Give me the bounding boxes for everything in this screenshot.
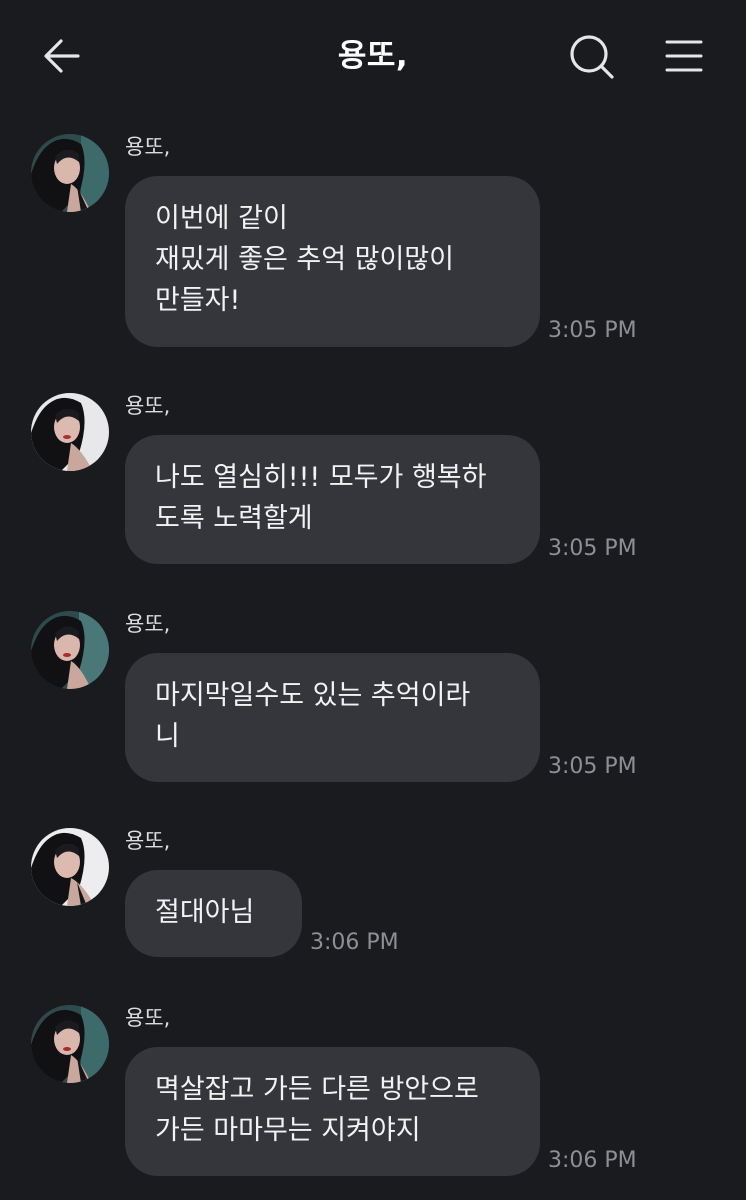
arrow-left-icon (44, 39, 80, 73)
message-time: 3:05 PM (548, 318, 637, 343)
profile-photo (31, 134, 109, 212)
search-button[interactable] (566, 32, 618, 82)
sender-name: 용또, (125, 1006, 171, 1030)
sender-name: 용또, (125, 135, 171, 159)
avatar[interactable] (31, 828, 109, 906)
back-button[interactable] (38, 34, 86, 78)
avatar[interactable] (31, 134, 109, 212)
message-time: 3:05 PM (548, 754, 637, 779)
message-time: 3:06 PM (310, 930, 399, 955)
message-bubble[interactable]: 멱살잡고 가든 다른 방안으로 가든 마마무는 지켜야지 (125, 1047, 540, 1176)
sender-name: 용또, (125, 612, 171, 636)
profile-photo (31, 611, 109, 689)
message-time: 3:06 PM (548, 1148, 637, 1173)
profile-photo (31, 1005, 109, 1083)
chat-header: 용또, (0, 0, 746, 112)
message-bubble[interactable]: 마지막일수도 있는 추억이라 니 (125, 653, 540, 782)
chat-title: 용또, (337, 38, 409, 74)
profile-photo (31, 828, 109, 906)
message-bubble[interactable]: 이번에 같이 재밌게 좋은 추억 많이많이 만들자! (125, 176, 540, 347)
avatar[interactable] (31, 611, 109, 689)
sender-name: 용또, (125, 829, 171, 853)
avatar[interactable] (31, 1005, 109, 1083)
profile-photo (31, 393, 109, 471)
sender-name: 용또, (125, 394, 171, 418)
search-icon (570, 35, 614, 79)
avatar[interactable] (31, 393, 109, 471)
menu-button[interactable] (662, 34, 706, 78)
message-bubble[interactable]: 나도 열심히!!! 모두가 행복하 도록 노력할게 (125, 435, 540, 564)
message-time: 3:05 PM (548, 536, 637, 561)
hamburger-menu-icon (665, 40, 703, 72)
message-bubble[interactable]: 절대아님 (125, 870, 302, 957)
